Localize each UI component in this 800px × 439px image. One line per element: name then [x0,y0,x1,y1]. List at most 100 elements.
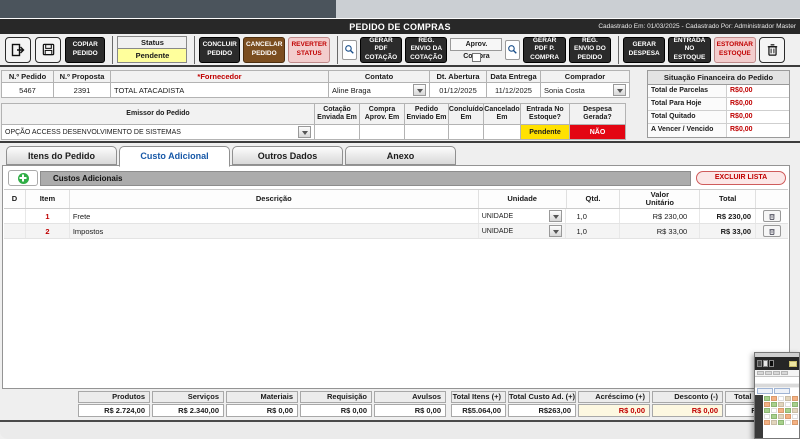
col-qtd: Qtd. [567,190,621,208]
delivery-date-label: Data Entrega [486,70,541,83]
tab-itens-do-pedido[interactable]: Itens do Pedido [6,146,117,165]
add-cost-button[interactable] [8,170,38,186]
item-description-field[interactable]: Impostos [70,224,479,238]
total-label: Serviços [152,391,224,403]
total-value: R$ 0,00 [374,404,446,417]
reverse-stock-button[interactable]: ESTORNAR ESTOQUE [714,37,756,63]
total-label: Desconto (-) [652,391,723,403]
issuer-value: OPÇÃO ACCESS DESENVOLVIMENTO DE SISTEMAS [5,129,181,136]
total-label: Total Custo Ad. (+) [508,391,576,403]
thumb-line [755,384,799,387]
approve-purchase-checkbox[interactable] [472,53,481,62]
total-value: R$ 0,00 [226,404,298,417]
cancel-order-button[interactable]: CANCELAR PEDIDO [243,37,285,63]
supplier-field[interactable]: TOTAL ATACADISTA [110,83,329,98]
chevron-down-icon[interactable] [298,126,311,138]
tab-custo-adicional[interactable]: Custo Adicional [119,146,230,167]
unit-select[interactable]: UNIDADE [479,224,567,238]
quantity-field[interactable]: 1,0 [566,224,620,238]
section-title: Custos Adicionais [40,171,691,186]
thumb-cells [763,395,799,438]
costs-table: D Item Descrição Unidade Qtd. Valor Unit… [4,189,788,239]
thumb-toolbar [755,370,799,377]
conclude-order-button[interactable]: CONCLUIR PEDIDO [199,37,239,63]
issuer-select[interactable]: OPÇÃO ACCESS DESENVOLVIMENTO DE SISTEMAS [1,125,315,140]
expense-generated-status: NÃO [569,125,626,140]
exit-button[interactable] [5,37,31,63]
save-button[interactable] [35,37,61,63]
registered-info: Cadastrado Em: 01/03/2025 - Cadastrado P… [598,23,796,30]
quantity-field[interactable]: 1,0 [566,209,620,223]
background-strip [336,0,800,18]
canceled-label: Cancelado Em [483,103,521,125]
exit-icon [10,42,26,58]
canceled-value [483,125,521,140]
fin-row-value: R$0,00 [727,85,789,97]
total-label: Avulsos [374,391,446,403]
row-total: R$ 230,00 [700,209,756,223]
toolbar-separator [618,36,619,64]
thumb-block [765,371,772,375]
unit-price-field[interactable]: R$ 230,00 [620,209,700,223]
order-header-form: N.º Pedido 5467 N.º Proposta 2391 *Forne… [0,68,800,141]
register-order-sent-button[interactable]: REG. ENVIO DO PEDIDO [569,37,611,63]
tab-anexo[interactable]: Anexo [345,146,456,165]
proposal-number-field[interactable]: 2391 [53,83,111,98]
item-description-field[interactable]: Frete [70,209,479,223]
delete-order-button[interactable] [759,37,785,63]
buyer-value: Sonia Costa [544,86,585,95]
buyer-select[interactable]: Sonia Costa [540,83,630,98]
open-date-label: Dt. Abertura [429,70,487,83]
delivery-date-field[interactable]: 11/12/2025 [486,83,541,98]
issuer-label: Emissor do Pedido [1,103,315,125]
fin-row-value: R$0,00 [727,124,789,137]
unit-select[interactable]: UNIDADE [479,209,567,223]
preview-thumbnail-window[interactable] [754,352,800,439]
tab-outros-dados[interactable]: Outros Dados [232,146,343,165]
chevron-down-icon[interactable] [549,210,562,222]
order-sent-label: Pedido Enviado Em [404,103,449,125]
chevron-down-icon[interactable] [413,84,426,96]
table-header-row: D Item Descrição Unidade Qtd. Valor Unit… [4,189,788,209]
tab-content: Custos Adicionais EXCLUIR LISTA D Item D… [2,165,790,389]
generate-pdf-quote-button[interactable]: GERAR PDF COTAÇÃO [360,37,402,63]
stock-entry-button[interactable]: ENTRADA NO ESTOQUE [668,37,710,63]
open-date-field[interactable]: 01/12/2025 [429,83,487,98]
col-d: D [4,190,26,208]
search-quote-button[interactable] [342,40,357,60]
trash-icon [768,227,776,236]
trash-icon [765,42,780,58]
chevron-down-icon[interactable] [613,84,626,96]
stock-entry-status: Pendente [520,125,570,140]
stock-entry-label: Entrada No Estoque? [520,103,570,125]
supplier-label: *Fornecedor [110,70,329,83]
delete-row-button[interactable] [763,225,781,237]
quote-sent-label: Cotação Enviada Em [314,103,360,125]
thumb-block [781,371,788,375]
fin-row-label: Total de Parcelas [648,85,727,97]
thumb-titlebar [755,357,799,370]
total-value: R$263,00 [508,404,576,417]
revert-status-button[interactable]: REVERTER STATUS [288,37,329,63]
contact-select[interactable]: Aline Braga [328,83,430,98]
delete-list-button[interactable]: EXCLUIR LISTA [696,171,786,185]
order-number-field[interactable]: 5467 [1,83,54,98]
copy-order-button[interactable]: COPIAR PEDIDO [65,37,105,63]
search-order-button[interactable] [505,40,520,60]
generate-expense-button[interactable]: GERAR DESPESA [623,37,665,63]
delete-row-button[interactable] [763,210,781,222]
discount-value[interactable]: R$ 0,00 [652,404,723,417]
search-icon [507,44,518,55]
thumb-gap [755,377,799,383]
chevron-down-icon[interactable] [549,225,562,237]
plus-icon [18,173,29,184]
thumb-block [757,371,764,375]
surcharge-value[interactable]: R$ 0,00 [578,404,650,417]
buyer-label: Comprador [540,70,630,83]
unit-price-field[interactable]: R$ 33,00 [620,224,700,238]
register-quote-sent-button[interactable]: REG. ENVIO DA COTAÇÃO [405,37,447,63]
generate-pdf-order-button[interactable]: GERAR PDF P. COMPRA [523,37,565,63]
main-toolbar: COPIAR PEDIDO Status Pendente CONCLUIR P… [0,34,800,67]
status-label: Status [118,37,186,49]
section-divider [0,141,800,143]
